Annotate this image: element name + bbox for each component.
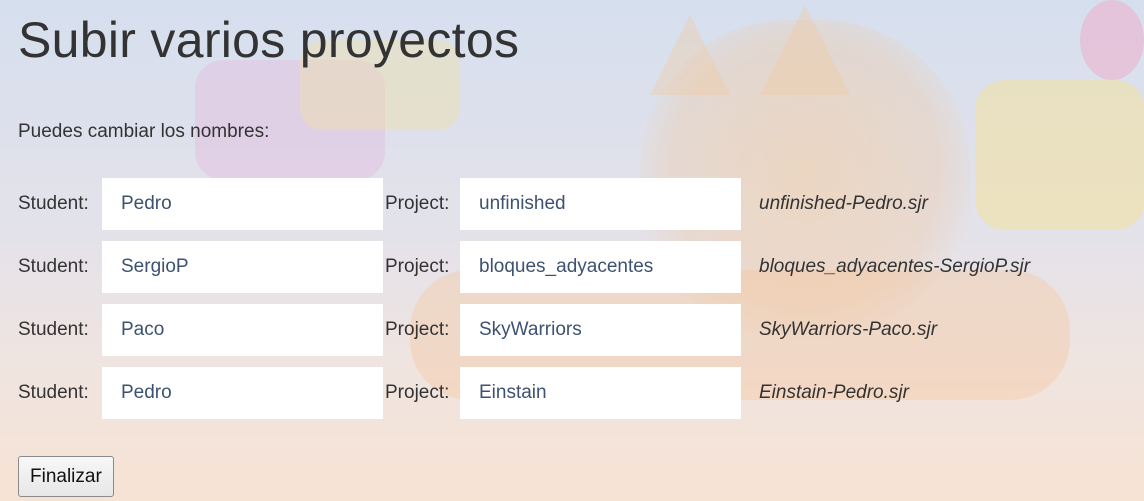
- project-name-input[interactable]: [460, 367, 741, 419]
- project-label: Project:: [385, 382, 450, 403]
- resulting-filename: Einstain-Pedro.sjr: [759, 382, 909, 403]
- project-name-input[interactable]: [460, 304, 741, 356]
- resulting-filename: bloques_adyacentes-SergioP.sjr: [759, 256, 1031, 277]
- project-row: Student: Project: unfinished-Pedro.sjr: [18, 178, 1144, 230]
- resulting-filename: SkyWarriors-Paco.sjr: [759, 319, 938, 340]
- page-title: Subir varios proyectos: [18, 12, 520, 68]
- student-name-input[interactable]: [102, 367, 383, 419]
- project-row: Student: Project: bloques_adyacentes-Ser…: [18, 241, 1144, 293]
- project-row: Student: Project: SkyWarriors-Paco.sjr: [18, 304, 1144, 356]
- project-rows: Student: Project: unfinished-Pedro.sjr S…: [18, 178, 1144, 419]
- student-label: Student:: [18, 319, 89, 340]
- student-label: Student:: [18, 382, 89, 403]
- student-label: Student:: [18, 193, 89, 214]
- project-name-input[interactable]: [460, 178, 741, 230]
- project-name-input[interactable]: [460, 241, 741, 293]
- resulting-filename: unfinished-Pedro.sjr: [759, 193, 928, 214]
- project-label: Project:: [385, 319, 450, 340]
- student-name-input[interactable]: [102, 304, 383, 356]
- student-name-input[interactable]: [102, 241, 383, 293]
- upload-form: Subir varios proyectos Puedes cambiar lo…: [0, 0, 1144, 497]
- project-row: Student: Project: Einstain-Pedro.sjr: [18, 367, 1144, 419]
- student-label: Student:: [18, 256, 89, 277]
- intro-text: Puedes cambiar los nombres:: [18, 121, 270, 142]
- project-label: Project:: [385, 256, 450, 277]
- student-name-input[interactable]: [102, 178, 383, 230]
- finish-button[interactable]: Finalizar: [18, 456, 114, 497]
- project-label: Project:: [385, 193, 450, 214]
